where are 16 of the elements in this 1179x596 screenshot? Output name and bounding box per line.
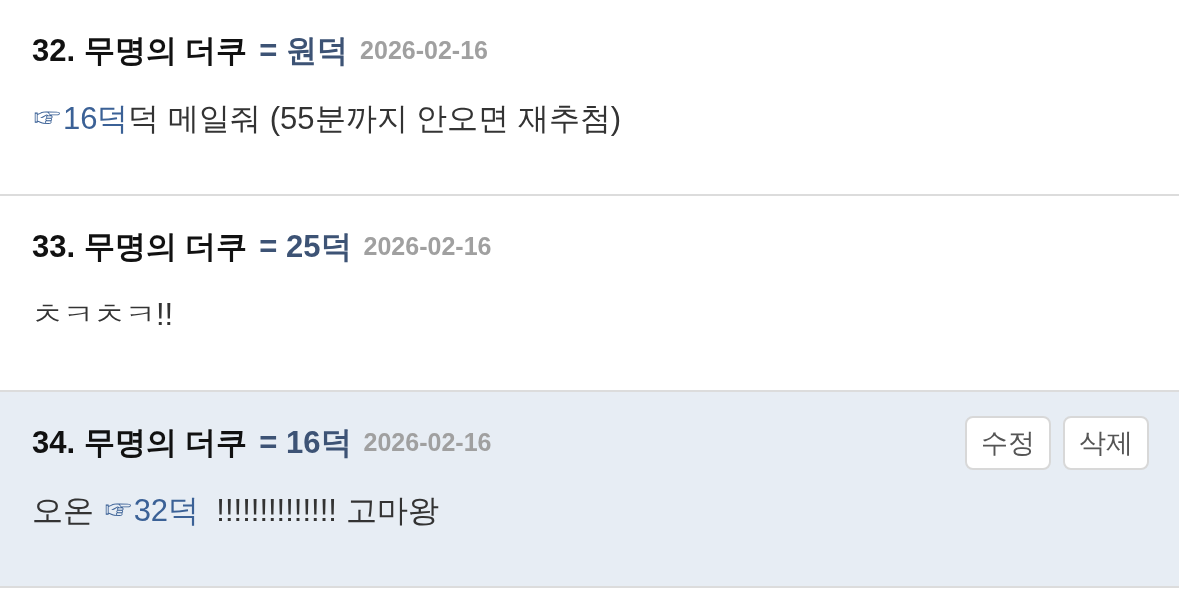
comment-author: 34. 무명의 더쿠 bbox=[32, 423, 248, 462]
reply-target[interactable]: = 25덕 bbox=[259, 223, 352, 271]
comment-text: ㅊㅋㅊㅋ!! bbox=[32, 296, 175, 334]
comment-author: 32. 무명의 더쿠 bbox=[32, 31, 248, 70]
comment-text: ☞16덕 덕 메일줘 (55분까지 안오면 재추첨) bbox=[32, 100, 623, 138]
comment-link[interactable]: ☞16덕 bbox=[32, 101, 129, 136]
comment-author: 33. 무명의 더쿠 bbox=[32, 227, 248, 266]
reply-target[interactable]: = 16덕 bbox=[259, 419, 352, 467]
comment-text: 오온 ☞32덕 !!!!!!!!!!!!!! 고마왕 bbox=[32, 492, 440, 530]
delete-button[interactable]: 삭제 bbox=[1063, 416, 1149, 470]
comment-date: 2026-02-16 bbox=[363, 231, 492, 263]
reply-target[interactable]: = 원덕 bbox=[259, 27, 349, 75]
comment-date: 2026-02-16 bbox=[363, 427, 492, 459]
comment-date: 2026-02-16 bbox=[360, 35, 488, 67]
edit-button[interactable]: 수정 bbox=[965, 416, 1051, 470]
comment-link[interactable]: ☞32덕 bbox=[102, 493, 200, 528]
